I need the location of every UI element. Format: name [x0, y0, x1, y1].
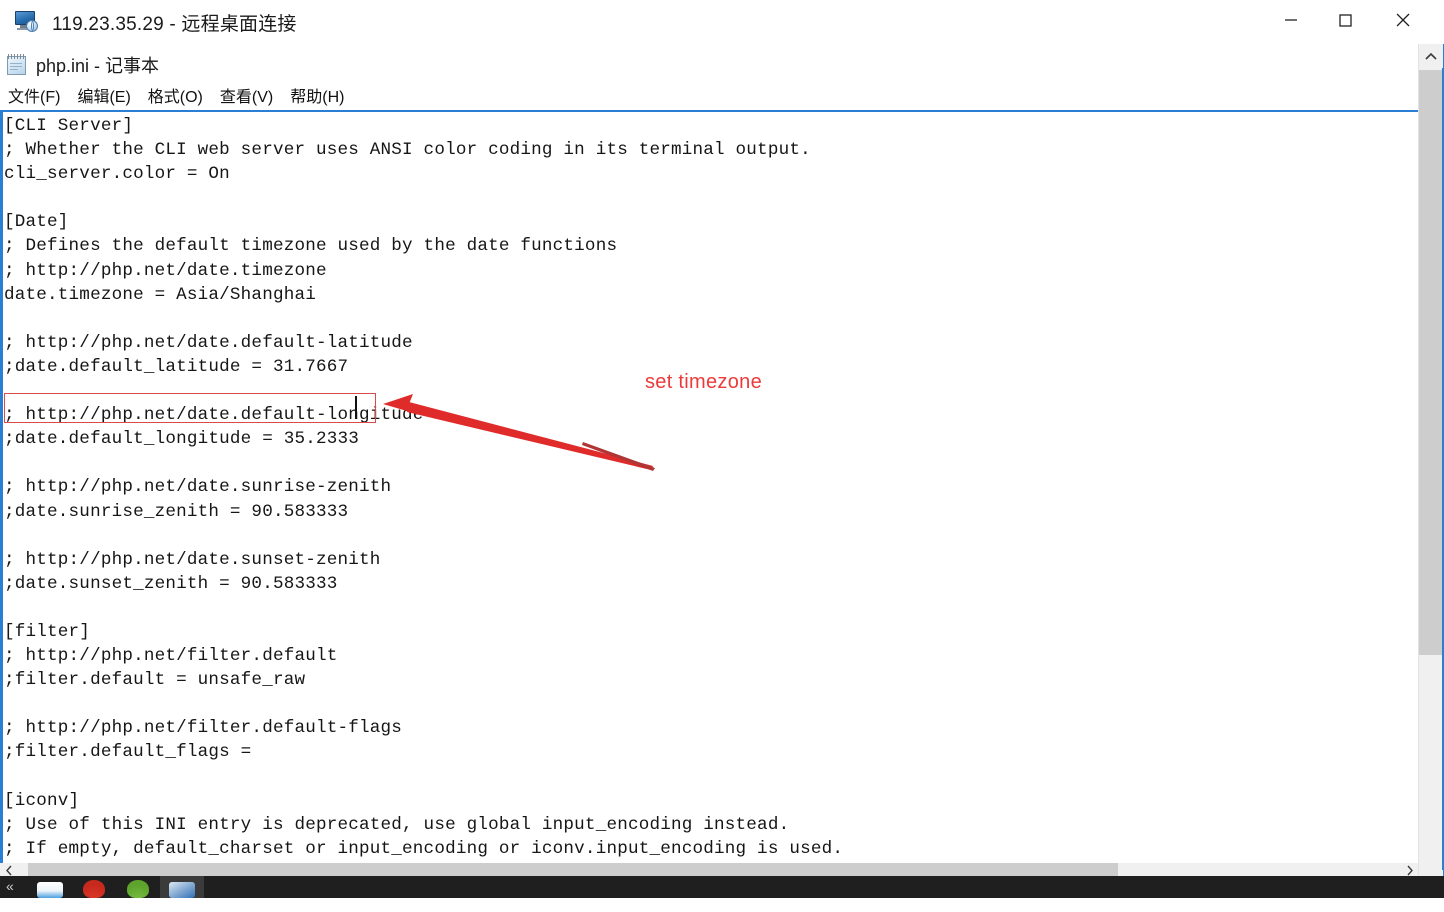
notepad-window: php.ini - 记事本 文件(F) 编辑(E) 格式(O) 查看(V) 帮助… [0, 44, 1444, 912]
close-button[interactable] [1380, 0, 1426, 40]
vertical-scrollbar-thumb[interactable] [1419, 70, 1442, 655]
chevron-left-icon [5, 865, 12, 876]
file-explorer-icon [37, 882, 63, 898]
notepad-icon [6, 54, 28, 76]
text-editor-area[interactable]: [CLI Server] ; Whether the CLI web serve… [3, 112, 1415, 912]
ini-file-content[interactable]: [CLI Server] ; Whether the CLI web serve… [4, 114, 843, 885]
taskbar-item-red-app[interactable] [72, 876, 116, 898]
green-app-icon [127, 880, 149, 898]
chevron-right-icon [1406, 865, 1413, 876]
notepad-taskbar-icon [169, 882, 195, 898]
taskbar-overflow-chevron-icon[interactable]: « [6, 878, 14, 894]
taskbar-items [28, 876, 204, 898]
remote-taskbar: « [0, 876, 1444, 898]
notepad-title: php.ini - 记事本 [36, 56, 160, 76]
menu-file[interactable]: 文件(F) [8, 83, 60, 107]
chevron-up-icon [1425, 52, 1437, 60]
close-icon [1396, 13, 1410, 27]
menu-view[interactable]: 查看(V) [220, 83, 273, 107]
minimize-button[interactable] [1268, 0, 1314, 40]
remote-desktop-title: 119.23.35.29 - 远程桌面连接 [52, 13, 297, 35]
maximize-button[interactable] [1322, 0, 1368, 40]
notepad-titlebar: php.ini - 记事本 [0, 50, 159, 80]
scroll-up-button[interactable] [1419, 44, 1443, 68]
menu-edit[interactable]: 编辑(E) [77, 83, 130, 107]
minimize-icon [1285, 19, 1297, 21]
red-app-icon [83, 880, 105, 898]
taskbar-item-green-app[interactable] [116, 876, 160, 898]
menu-help[interactable]: 帮助(H) [290, 83, 344, 107]
notepad-menubar: 文件(F) 编辑(E) 格式(O) 查看(V) 帮助(H) [0, 82, 361, 108]
text-cursor [355, 396, 357, 419]
remote-desktop-titlebar: 119.23.35.29 - 远程桌面连接 [0, 0, 1444, 44]
remote-desktop-window: 119.23.35.29 - 远程桌面连接 php.ini - 记事本 文件(F… [0, 0, 1444, 912]
taskbar-item-notepad[interactable] [160, 876, 204, 898]
menu-format[interactable]: 格式(O) [148, 83, 203, 107]
annotation-label: set timezone [645, 371, 762, 393]
taskbar-item-explorer[interactable] [28, 876, 72, 898]
vertical-scrollbar[interactable] [1418, 44, 1443, 898]
maximize-icon [1339, 14, 1352, 27]
remote-desktop-monitor-icon [14, 10, 40, 34]
